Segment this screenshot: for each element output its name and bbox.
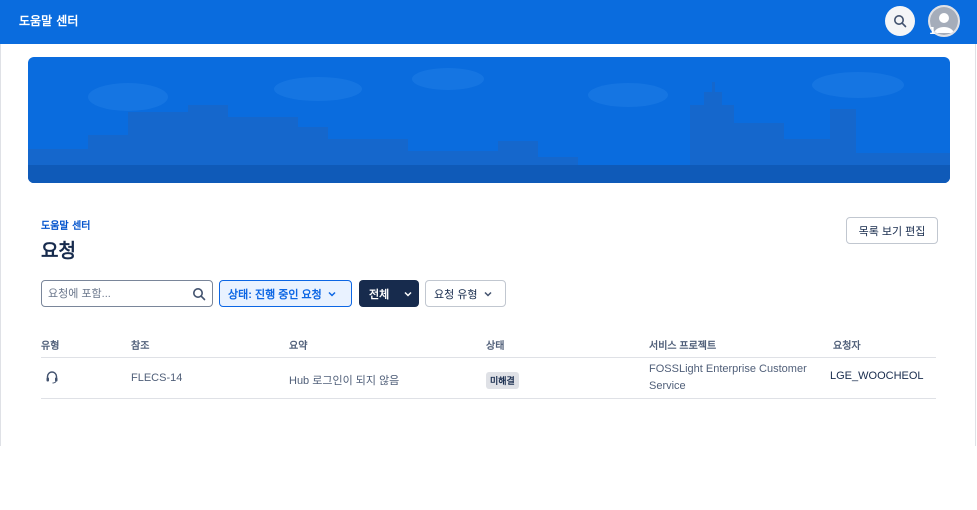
city-skyline-illustration <box>28 68 950 183</box>
service-project-line1: FOSSLight Enterprise Customer <box>649 363 807 375</box>
scope-filter-dropdown[interactable]: 전체 <box>359 280 419 307</box>
request-search-field[interactable] <box>41 280 213 307</box>
app-title[interactable]: 도움말 센터 <box>19 12 78 29</box>
column-header-status[interactable]: 상태 <box>486 337 504 352</box>
table-header-divider <box>41 357 936 358</box>
page-title: 요청 <box>41 240 76 262</box>
request-summary[interactable]: Hub 로그인이 되지 않음 <box>289 372 399 388</box>
search-icon <box>894 15 907 28</box>
chevron-down-icon <box>404 291 412 297</box>
top-navigation-bar: 도움말 센터 1 <box>0 0 977 44</box>
search-button[interactable] <box>885 6 915 36</box>
column-header-reference[interactable]: 참조 <box>131 337 149 352</box>
status-filter-dropdown[interactable]: 상태: 진행 중인 요청 <box>219 280 352 307</box>
breadcrumb[interactable]: 도움말 센터 <box>41 217 90 232</box>
column-header-requester[interactable]: 요청자 <box>833 337 861 352</box>
chevron-down-icon <box>484 291 492 297</box>
page-left-border <box>0 44 1 446</box>
status-badge: 미해결 <box>486 372 519 389</box>
request-search-input[interactable] <box>48 285 188 303</box>
search-icon <box>193 288 206 301</box>
notification-count: 1 <box>929 26 936 37</box>
column-header-type[interactable]: 유형 <box>41 337 59 352</box>
help-center-banner <box>28 57 950 183</box>
column-header-service-project[interactable]: 서비스 프로젝트 <box>649 337 716 352</box>
headset-icon <box>46 371 58 384</box>
request-reference[interactable]: FLECS-14 <box>131 372 182 384</box>
service-project-line2: Service <box>649 380 686 392</box>
page-right-border <box>975 44 976 446</box>
requester-name: LGE_WOOCHEOL <box>830 370 924 382</box>
status-filter-label: 상태: 진행 중인 요청 <box>228 288 322 301</box>
table-row-divider <box>41 398 936 399</box>
column-header-summary[interactable]: 요약 <box>289 337 307 352</box>
scope-filter-label: 전체 <box>369 288 390 301</box>
chevron-down-icon <box>328 291 336 297</box>
edit-list-view-button[interactable]: 목록 보기 편집 <box>846 217 938 244</box>
request-type-filter-dropdown[interactable]: 요청 유형 <box>425 280 506 307</box>
request-type-filter-label: 요청 유형 <box>434 288 478 301</box>
